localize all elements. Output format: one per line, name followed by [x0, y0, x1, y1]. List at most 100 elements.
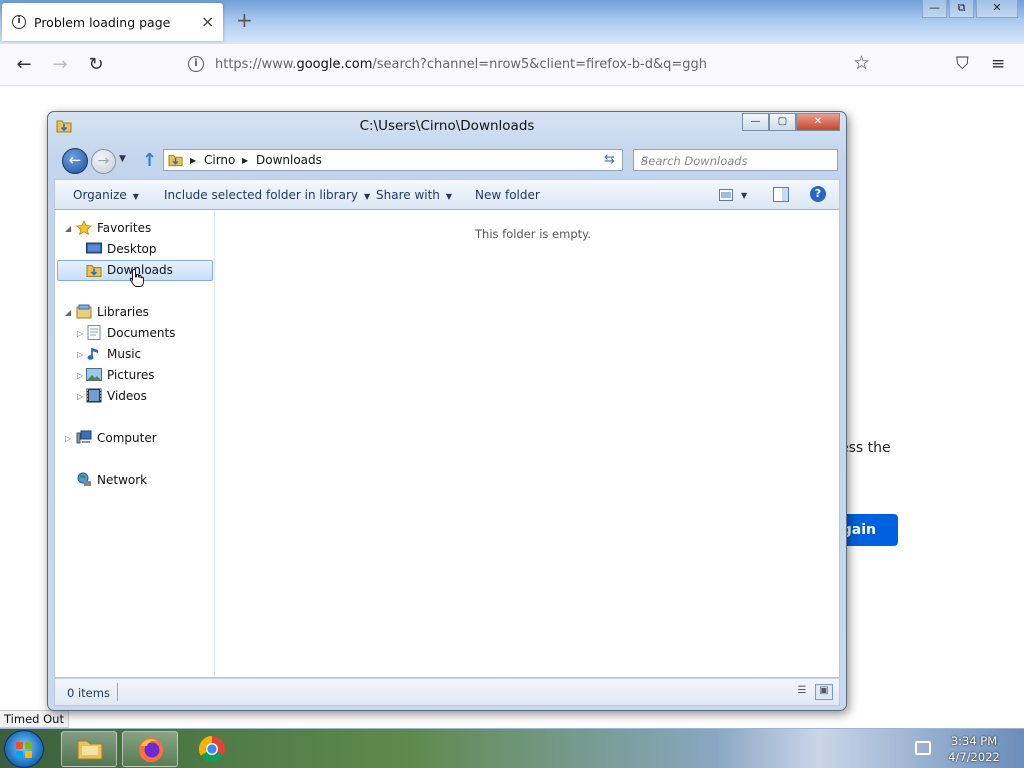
new-tab-button[interactable]: + [236, 8, 253, 32]
url-text[interactable]: https://www.google.com/search?channel=nr… [215, 57, 707, 72]
explorer-window: C:\Users\Cirno\Downloads — ▢ ✕ ← → ▼ ↑ ▶… [47, 111, 847, 711]
computer-icon [76, 430, 92, 444]
organize-button[interactable]: Organize ▼ [73, 188, 139, 202]
sidebar-item-pictures[interactable]: Pictures [107, 365, 155, 386]
url-bar[interactable]: i https://www.google.com/search?channel=… [183, 49, 883, 79]
empty-folder-message: This folder is empty. [475, 227, 591, 241]
window-controls: — ▢ ✕ [742, 113, 840, 131]
downloads-folder-icon [86, 265, 102, 277]
folder-icon [168, 154, 183, 167]
expand-icon[interactable]: ◢ [65, 302, 71, 323]
status-divider [117, 683, 118, 701]
restore-button[interactable]: ⧉ [949, 0, 974, 18]
browser-tab-bar: i Problem loading page × + — ⧉ ✕ [0, 0, 1024, 44]
star-icon [76, 220, 92, 235]
page-body-text: ess the [840, 440, 891, 456]
search-icon[interactable]: ⌕ [641, 152, 831, 167]
include-in-library-button[interactable]: Include selected folder in library ▼ [164, 188, 370, 202]
back-button[interactable]: ← [12, 53, 36, 77]
system-clock[interactable]: 3:34 PM 4/7/2022 [942, 733, 1006, 765]
collapse-icon[interactable]: ▷ [77, 386, 83, 407]
preview-pane-icon[interactable] [773, 187, 789, 202]
menu-icon[interactable]: ≡ [991, 54, 1005, 74]
main-content: ◢ Favorites Desktop Downloads ◢ Librarie… [54, 210, 840, 678]
sidebar-item-computer[interactable]: Computer [97, 428, 157, 449]
up-folder-button[interactable]: ↑ [142, 150, 157, 171]
breadcrumb-separator[interactable]: ▶ [242, 156, 248, 165]
libraries-icon [76, 304, 92, 319]
breadcrumb-item-cirno[interactable]: Cirno [204, 153, 235, 167]
hand-cursor-icon [129, 269, 144, 287]
bookmark-star-icon[interactable]: ☆ [853, 52, 870, 74]
close-button[interactable]: ✕ [796, 113, 840, 131]
minimize-button[interactable]: — [742, 113, 769, 131]
new-folder-button[interactable]: New folder [475, 188, 540, 202]
start-button[interactable] [4, 730, 44, 768]
breadcrumb-item-downloads[interactable]: Downloads [256, 153, 322, 167]
taskbar: 3:34 PM 4/7/2022 [0, 728, 1024, 768]
item-count: 0 items [67, 686, 110, 700]
maximize-button[interactable]: ▢ [769, 113, 796, 131]
clock-date: 4/7/2022 [948, 750, 1000, 764]
info-icon: i [12, 15, 26, 29]
sidebar-item-network[interactable]: Network [97, 470, 147, 491]
browser-window-controls: — ⧉ ✕ [922, 0, 1018, 20]
sidebar-item-videos[interactable]: Videos [107, 386, 147, 407]
back-button[interactable]: ← [62, 148, 88, 174]
sidebar-item-favorites[interactable]: Favorites [97, 218, 151, 239]
browser-tab[interactable]: i Problem loading page × [2, 3, 223, 41]
help-icon[interactable]: ? [810, 186, 826, 202]
videos-icon [86, 388, 102, 403]
sidebar-item-music[interactable]: Music [107, 344, 141, 365]
firefox-icon [139, 738, 163, 762]
browser-status-text: Timed Out [0, 710, 69, 728]
recent-pages-dropdown[interactable]: ▼ [119, 154, 126, 164]
taskbar-chrome-button[interactable] [197, 734, 227, 764]
taskbar-explorer-button[interactable] [61, 731, 117, 767]
navigation-pane: ◢ Favorites Desktop Downloads ◢ Librarie… [55, 210, 215, 677]
minimize-button[interactable]: — [922, 0, 947, 18]
change-view-icon[interactable] [719, 189, 733, 201]
address-bar[interactable]: ▶ Cirno ▶ Downloads ▼ [163, 149, 621, 171]
expand-icon[interactable]: ◢ [65, 218, 71, 239]
folder-icon [77, 740, 103, 760]
window-title: C:\Users\Cirno\Downloads [359, 118, 535, 134]
forward-button[interactable]: → [48, 53, 72, 77]
share-with-button[interactable]: Share with ▼ [376, 188, 452, 202]
tab-close-icon[interactable]: × [201, 12, 214, 31]
collapse-icon[interactable]: ▷ [65, 428, 71, 449]
tab-title: Problem loading page [34, 15, 171, 30]
documents-icon [87, 325, 101, 340]
pocket-icon[interactable]: ⛉ [956, 54, 969, 74]
forward-button[interactable]: → [91, 149, 116, 174]
dropdown-icon: ▼ [363, 192, 371, 201]
refresh-button[interactable]: ⇆ [597, 149, 623, 171]
view-dropdown-icon[interactable]: ▼ [741, 191, 747, 200]
desktop-icon [86, 242, 102, 254]
clock-time: 3:34 PM [950, 734, 998, 748]
details-view-icon[interactable]: ☰ [793, 684, 811, 700]
collapse-icon[interactable]: ▷ [77, 344, 83, 365]
network-tray-icon[interactable] [915, 741, 931, 755]
pictures-icon [86, 368, 102, 381]
music-icon [87, 348, 98, 360]
taskbar-firefox-button[interactable] [122, 731, 178, 767]
command-bar: Organize ▼ Include selected folder in lib… [54, 179, 840, 210]
breadcrumb-separator[interactable]: ▶ [190, 156, 196, 165]
browser-toolbar: ← → ↻ i https://www.google.com/search?ch… [0, 44, 1024, 86]
large-icons-view-icon[interactable]: ▣ [815, 684, 833, 700]
sidebar-item-libraries[interactable]: Libraries [97, 302, 149, 323]
sidebar-item-desktop[interactable]: Desktop [107, 239, 157, 260]
collapse-icon[interactable]: ▷ [77, 323, 83, 344]
close-button[interactable]: ✕ [976, 0, 1018, 18]
dropdown-icon: ▼ [132, 192, 139, 201]
search-box[interactable]: Search Downloads ⌕ [633, 149, 838, 171]
sidebar-item-documents[interactable]: Documents [107, 323, 175, 344]
dropdown-icon: ▼ [445, 192, 453, 201]
chrome-icon [198, 735, 225, 763]
details-pane: 0 items ☰ ▣ [54, 678, 840, 706]
reload-button[interactable]: ↻ [84, 53, 108, 77]
site-info-icon[interactable]: i [188, 56, 204, 72]
network-icon [77, 472, 91, 486]
collapse-icon[interactable]: ▷ [77, 365, 83, 386]
